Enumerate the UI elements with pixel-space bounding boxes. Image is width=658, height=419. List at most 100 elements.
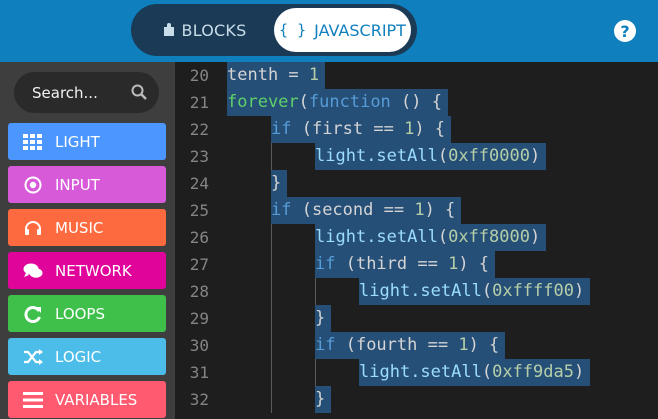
code-line[interactable]: 21 forever(function () { <box>175 89 658 116</box>
code-token: ( <box>437 227 449 247</box>
code-token: .setAll <box>366 146 438 166</box>
code-token: ) <box>573 281 585 301</box>
line-number: 20 <box>189 66 209 85</box>
code-token: tenth = <box>227 65 309 85</box>
line-number: 23 <box>189 147 209 166</box>
help-icon[interactable]: ? <box>614 20 636 42</box>
editor-mode-toggle: BLOCKS { } JAVASCRIPT <box>131 4 417 56</box>
code-token: if <box>271 200 292 220</box>
line-number: 25 <box>189 201 209 220</box>
code-token: } <box>315 389 326 409</box>
code-line[interactable]: 25 if (second == 1) { <box>175 197 658 224</box>
code-line[interactable]: 24} <box>175 170 658 197</box>
category-music[interactable]: MUSIC <box>8 209 166 246</box>
code-token: 1 <box>448 254 459 274</box>
code-text: light.setAll(0xff8000) <box>315 224 547 251</box>
code-token: ) { <box>414 119 446 139</box>
category-label: LOGIC <box>55 347 102 366</box>
code-token: .setAll <box>366 227 438 247</box>
braces-icon: { } <box>279 21 307 39</box>
code-line[interactable]: 26 light.setAll(0xff8000) <box>175 224 658 251</box>
line-number: 26 <box>189 228 209 247</box>
code-line[interactable]: 22 if (first == 1) { <box>175 116 658 143</box>
code-token: } <box>315 308 326 328</box>
code-text: } <box>271 170 288 197</box>
code-line[interactable]: 31 light.setAll(0xff9da5) <box>175 359 658 386</box>
code-token: if <box>271 119 292 139</box>
headphones-icon <box>22 217 44 239</box>
code-token: ( <box>298 92 309 112</box>
code-line[interactable]: 28 light.setAll(0xffff00) <box>175 278 658 305</box>
category-label: NETWORK <box>55 261 132 280</box>
code-text: if (first == 1) { <box>271 116 452 143</box>
blocks-tab[interactable]: BLOCKS <box>139 9 269 51</box>
blocks-tab-label: BLOCKS <box>181 20 247 40</box>
code-token: if <box>315 254 336 274</box>
code-token: ) { <box>468 335 500 355</box>
javascript-tab[interactable]: { } JAVASCRIPT <box>274 8 411 52</box>
code-token: (fourth == <box>335 335 459 355</box>
line-number: 24 <box>189 174 209 193</box>
category-logic[interactable]: LOGIC <box>8 338 166 375</box>
code-token: light <box>315 146 367 166</box>
code-token: forever <box>227 92 299 112</box>
code-text: if (third == 1) { <box>315 251 496 278</box>
indent-guide <box>271 332 272 359</box>
category-light[interactable]: LIGHT <box>8 123 166 160</box>
indent-guide <box>271 224 272 251</box>
code-token: (third == <box>335 254 449 274</box>
code-token: function <box>308 92 391 112</box>
loop-icon <box>22 303 44 325</box>
code-token: 0xffff00 <box>492 281 574 301</box>
code-text: } <box>315 386 332 413</box>
code-token: 1 <box>414 200 425 220</box>
line-number: 21 <box>189 93 209 112</box>
indent-guide <box>271 278 272 305</box>
code-token: 1 <box>404 119 415 139</box>
category-network[interactable]: NETWORK <box>8 252 166 289</box>
category-label: VARIABLES <box>55 390 138 409</box>
code-token: ) { <box>424 200 456 220</box>
category-loops[interactable]: LOOPS <box>8 295 166 332</box>
code-line[interactable]: 27 if (third == 1) { <box>175 251 658 278</box>
code-text: tenth = 1 <box>227 62 326 89</box>
indent-guide <box>271 251 272 278</box>
code-token: (second == <box>291 200 415 220</box>
code-token: ) <box>529 227 541 247</box>
indent-guide <box>271 386 272 413</box>
code-token: ) <box>573 362 585 382</box>
category-input[interactable]: INPUT <box>8 166 166 203</box>
puzzle-icon <box>162 22 176 38</box>
code-token: 1 <box>308 65 320 85</box>
code-token: 1 <box>458 335 469 355</box>
search-box[interactable]: Search... <box>14 72 159 113</box>
code-line[interactable]: 32} <box>175 386 658 413</box>
grid-icon <box>22 131 44 153</box>
code-token: (first == <box>291 119 405 139</box>
line-number: 30 <box>189 336 209 355</box>
code-token: 0xff9da5 <box>492 362 574 382</box>
code-token: 0xff8000 <box>448 227 530 247</box>
code-token: ) <box>529 146 541 166</box>
code-line[interactable]: 23 light.setAll(0xff0000) <box>175 143 658 170</box>
chat-icon <box>22 260 44 282</box>
code-token: light <box>359 281 411 301</box>
code-text: if (fourth == 1) { <box>315 332 506 359</box>
category-label: LOOPS <box>55 304 106 323</box>
category-variables[interactable]: VARIABLES <box>8 381 166 418</box>
category-label: MUSIC <box>55 218 104 237</box>
indent-guide <box>315 278 316 305</box>
toolbox: Search... LIGHT INPUT MUSIC NETWORK LOOPS LOG… <box>0 62 175 419</box>
code-line[interactable]: 29} <box>175 305 658 332</box>
code-text: light.setAll(0xffff00) <box>359 278 591 305</box>
code-text: if (second == 1) { <box>271 197 462 224</box>
code-token: ( <box>481 281 493 301</box>
code-line[interactable]: 20 tenth = 1 <box>175 62 658 89</box>
line-number: 28 <box>189 282 209 301</box>
code-editor[interactable]: 20 tenth = 1 21 forever(function () {22 if (… <box>175 62 658 419</box>
code-token: ( <box>481 362 493 382</box>
code-line[interactable]: 30 if (fourth == 1) { <box>175 332 658 359</box>
code-token: 0xff0000 <box>448 146 530 166</box>
line-number: 22 <box>189 120 209 139</box>
indent-guide <box>315 359 316 386</box>
